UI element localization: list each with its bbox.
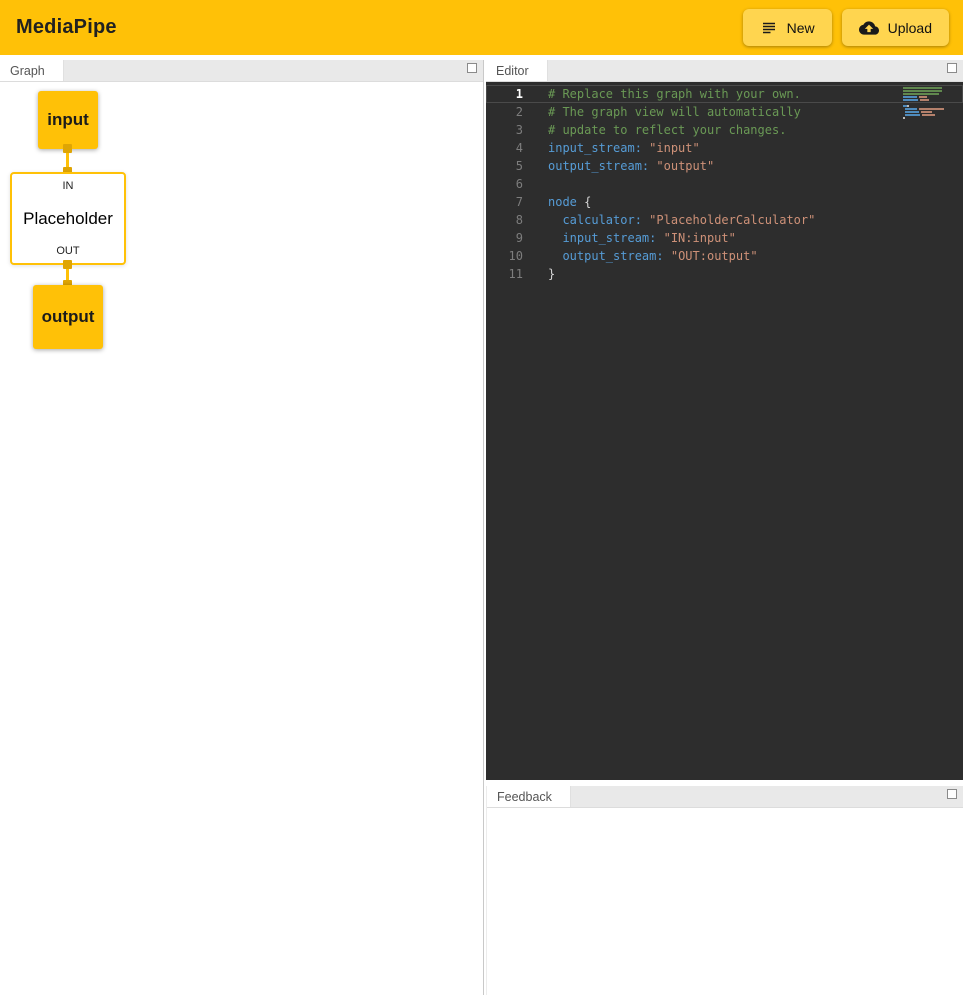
feedback-content <box>487 808 963 995</box>
right-column: Editor 1# Replace this graph with your o… <box>486 60 963 995</box>
editor-popout-icon[interactable] <box>947 63 957 73</box>
line-code: output_stream: "OUT:output" <box>523 247 758 265</box>
line-number: 10 <box>486 247 523 265</box>
line-code: node { <box>523 193 591 211</box>
editor-panel: Editor 1# Replace this graph with your o… <box>486 60 963 780</box>
line-code: # update to reflect your changes. <box>523 121 786 139</box>
code-line[interactable]: 3# update to reflect your changes. <box>486 121 963 139</box>
tab-feedback[interactable]: Feedback <box>487 786 571 807</box>
feedback-popout-icon[interactable] <box>947 789 957 799</box>
code-line[interactable]: 9 input_stream: "IN:input" <box>486 229 963 247</box>
line-code: calculator: "PlaceholderCalculator" <box>523 211 815 229</box>
code-line[interactable]: 10 output_stream: "OUT:output" <box>486 247 963 265</box>
topbar-actions: New Upload <box>743 9 953 46</box>
graph-panel: Graph input IN Placeholder OUT <box>0 60 484 995</box>
code-line[interactable]: 4input_stream: "input" <box>486 139 963 157</box>
port-placeholder-out <box>63 260 72 269</box>
graph-node-input[interactable]: input <box>38 91 98 149</box>
code-line[interactable]: 6 <box>486 175 963 193</box>
graph-node-placeholder[interactable]: IN Placeholder OUT <box>10 172 126 265</box>
line-number: 7 <box>486 193 523 211</box>
code-line[interactable]: 5output_stream: "output" <box>486 157 963 175</box>
tab-editor[interactable]: Editor <box>486 60 548 81</box>
mediapipe-visualizer-app: MediaPipe New Upload Graph <box>0 0 963 995</box>
line-code: output_stream: "output" <box>523 157 714 175</box>
line-number: 1 <box>486 85 523 103</box>
tab-feedback-label: Feedback <box>497 790 552 804</box>
upload-button-label: Upload <box>888 20 932 36</box>
code-line[interactable]: 8 calculator: "PlaceholderCalculator" <box>486 211 963 229</box>
tab-graph-label: Graph <box>10 64 45 78</box>
editor-minimap[interactable] <box>903 87 949 120</box>
line-number: 3 <box>486 121 523 139</box>
code-line[interactable]: 1# Replace this graph with your own. <box>486 85 963 103</box>
code-line[interactable]: 2# The graph view will automatically <box>486 103 963 121</box>
graph-node-output-label: output <box>42 307 95 327</box>
feedback-tabbar: Feedback <box>487 786 963 808</box>
placeholder-in-port-label: IN <box>63 180 74 192</box>
line-number: 2 <box>486 103 523 121</box>
line-code: input_stream: "input" <box>523 139 700 157</box>
tab-graph[interactable]: Graph <box>0 60 64 81</box>
top-bar: MediaPipe New Upload <box>0 0 963 55</box>
port-input-out <box>63 144 72 153</box>
new-button-label: New <box>787 20 815 36</box>
editor-code-lines: 1# Replace this graph with your own.2# T… <box>486 85 963 283</box>
line-number: 11 <box>486 265 523 283</box>
line-number: 9 <box>486 229 523 247</box>
tab-editor-label: Editor <box>496 64 529 78</box>
line-code: } <box>523 265 555 283</box>
graph-canvas[interactable]: input IN Placeholder OUT output <box>0 82 483 995</box>
line-number: 4 <box>486 139 523 157</box>
line-number: 5 <box>486 157 523 175</box>
new-button[interactable]: New <box>743 9 832 46</box>
line-code: input_stream: "IN:input" <box>523 229 736 247</box>
graph-node-input-label: input <box>47 110 89 130</box>
line-code: # Replace this graph with your own. <box>523 85 801 103</box>
upload-button[interactable]: Upload <box>842 9 949 46</box>
graph-node-output[interactable]: output <box>33 285 103 349</box>
line-number: 8 <box>486 211 523 229</box>
code-editor[interactable]: 1# Replace this graph with your own.2# T… <box>486 82 963 780</box>
main-content: Graph input IN Placeholder OUT <box>0 60 963 995</box>
placeholder-node-title: Placeholder <box>23 209 113 229</box>
cloud-upload-icon <box>859 18 879 38</box>
placeholder-out-port-label: OUT <box>56 245 79 257</box>
code-line[interactable]: 11} <box>486 265 963 283</box>
line-code <box>523 175 548 193</box>
app-title: MediaPipe <box>16 16 117 39</box>
graph-popout-icon[interactable] <box>467 63 477 73</box>
line-code: # The graph view will automatically <box>523 103 801 121</box>
line-number: 6 <box>486 175 523 193</box>
graph-tabbar: Graph <box>0 60 483 82</box>
editor-tabbar: Editor <box>486 60 963 82</box>
menu-lines-icon <box>760 19 778 37</box>
feedback-panel: Feedback <box>486 786 963 995</box>
code-line[interactable]: 7node { <box>486 193 963 211</box>
